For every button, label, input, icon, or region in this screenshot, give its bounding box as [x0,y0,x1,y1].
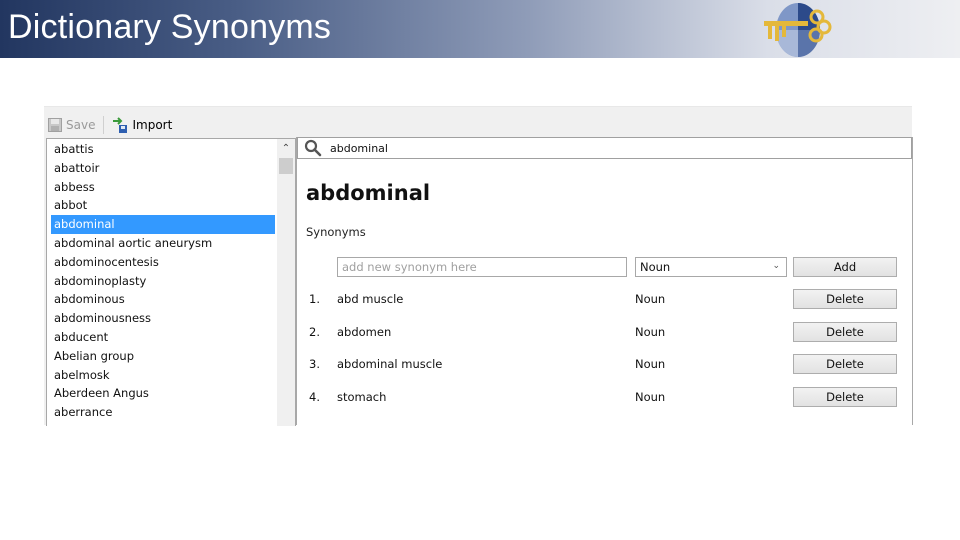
delete-synonym-button[interactable]: Delete [793,387,897,407]
synonym-row: 4. stomach Noun Delete [297,387,907,407]
delete-synonym-button[interactable]: Delete [793,354,897,374]
word-list-item[interactable]: abbot [51,196,275,215]
new-synonym-input[interactable] [337,257,627,277]
synonym-row: 1. abd muscle Noun Delete [297,289,907,309]
word-list-item[interactable]: Abelian group [51,347,275,366]
import-button[interactable]: Import [108,115,176,135]
word-list-item[interactable]: Aberdeen Angus [51,384,275,403]
synonym-word: stomach [337,390,387,404]
word-list-items: abattis abattoir abbess abbot abdominal abdom… [51,140,275,422]
search-input[interactable] [328,140,892,156]
search-icon [304,139,322,157]
synonym-part-of-speech: Noun [635,357,666,371]
part-of-speech-select[interactable]: Noun ⌄ [635,257,787,277]
delete-synonym-button[interactable]: Delete [793,322,897,342]
save-label: Save [66,118,96,132]
word-list-item[interactable]: abdominocentesis [51,253,275,272]
word-list-item[interactable]: abdominous [51,290,275,309]
word-detail-pane: abdominal Synonyms Noun ⌄ Add 1. abd musc… [296,137,913,425]
word-list[interactable]: abattis abattoir abbess abbot abdominal abdom… [46,138,296,426]
headword-title: abdominal [306,181,431,205]
synonym-number: 1. [309,292,320,306]
synonym-part-of-speech: Noun [635,390,666,404]
pos-select-value: Noun [640,260,671,274]
word-list-item[interactable]: abattoir [51,159,275,178]
word-list-item[interactable]: abelmosk [51,366,275,385]
word-list-item[interactable]: abattis [51,140,275,159]
word-list-item[interactable]: aberrance [51,403,275,422]
word-list-item[interactable]: abdominoplasty [51,272,275,291]
synonym-part-of-speech: Noun [635,325,666,339]
key-globe-logo-icon [764,3,832,57]
word-list-item[interactable]: abbess [51,178,275,197]
synonyms-label: Synonyms [306,225,366,239]
word-list-item[interactable]: abdominousness [51,309,275,328]
word-list-item[interactable]: abdominal [51,215,275,234]
synonym-number: 4. [309,390,320,404]
import-icon [113,117,128,133]
dictionary-app-window: Save Import abattis abattoir abbess abbot ab… [44,106,913,426]
toolbar: Save Import [44,111,912,139]
toolbar-separator [103,116,105,134]
synonym-word: abd muscle [337,292,404,306]
synonym-number: 2. [309,325,320,339]
word-list-item[interactable]: abducent [51,328,275,347]
synonym-row: 3. abdominal muscle Noun Delete [297,354,907,374]
delete-synonym-button[interactable]: Delete [793,289,897,309]
synonym-number: 3. [309,357,320,371]
slide-title-bar: Dictionary Synonyms [0,0,960,58]
slide-title: Dictionary Synonyms [8,8,332,46]
add-synonym-button[interactable]: Add [793,257,897,277]
chevron-up-icon[interactable]: ⌃ [277,139,295,157]
scrollbar-thumb[interactable] [279,158,293,174]
search-bar [297,137,912,159]
word-list-scrollbar[interactable]: ⌃ [277,139,295,426]
synonym-part-of-speech: Noun [635,292,666,306]
synonym-word: abdomen [337,325,392,339]
synonym-word: abdominal muscle [337,357,443,371]
synonym-row: 2. abdomen Noun Delete [297,322,907,342]
word-list-item[interactable]: abdominal aortic aneurysm [51,234,275,253]
import-label: Import [132,118,173,132]
save-disk-icon [48,118,62,132]
chevron-down-icon: ⌄ [772,261,780,271]
save-button[interactable]: Save [44,115,99,135]
